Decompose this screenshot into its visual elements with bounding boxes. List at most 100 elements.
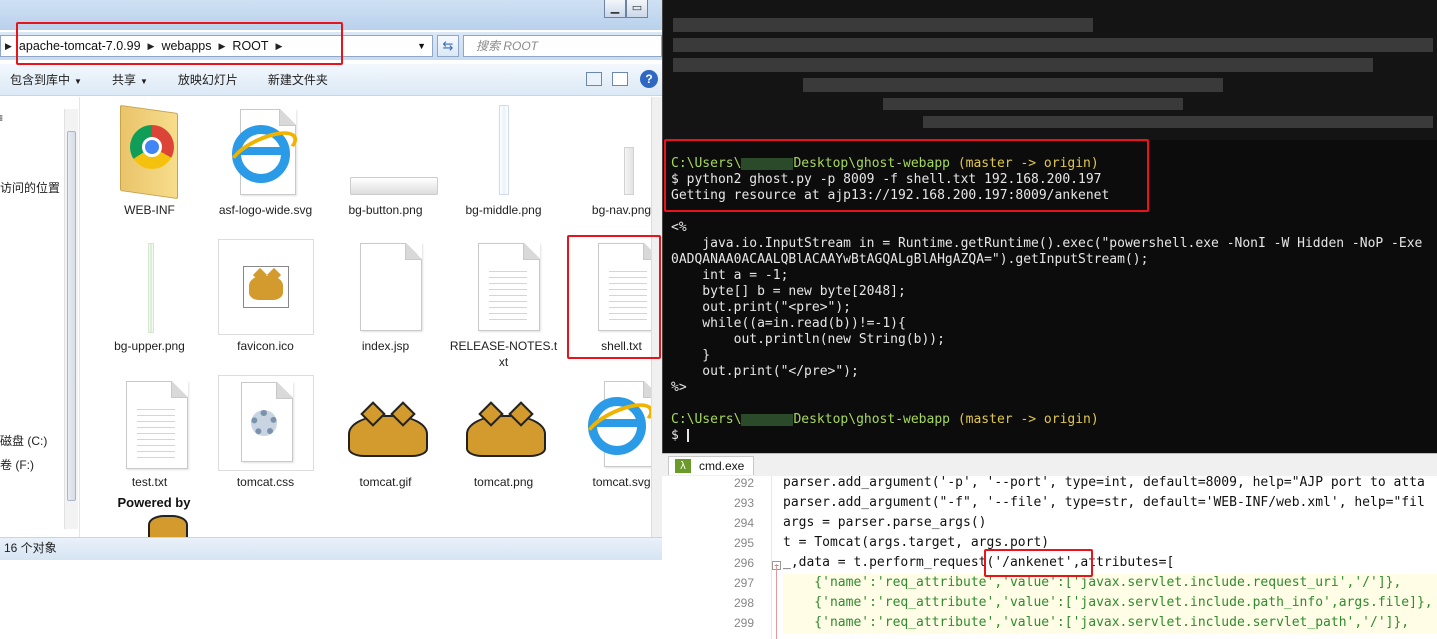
prompt-branch: (master -> origin) [957, 412, 1099, 427]
line-number: 298 [733, 596, 754, 610]
file-name: bg-upper.png [114, 339, 185, 353]
share-button[interactable]: 共享 ▼ [112, 71, 148, 88]
terminal-code-line: } [671, 348, 711, 363]
search-input[interactable]: 搜索 ROOT [463, 35, 662, 57]
image-icon [338, 103, 438, 199]
redacted-username [741, 413, 794, 426]
fold-guide [776, 564, 777, 639]
terminal-window[interactable]: C:\Users\ Desktop\ghost-webapp (master ->… [662, 0, 1437, 476]
terminal-code-line: int a = -1; [671, 268, 789, 283]
terminal-code-line: while((a=in.read(b))!=-1){ [671, 316, 906, 331]
terminal-code-line: %> [671, 380, 687, 395]
terminal-code-line: java.io.InputStream in = Runtime.getRunt… [671, 236, 1423, 251]
image-icon [574, 103, 663, 199]
line-number: 295 [733, 536, 754, 550]
file-item[interactable]: bg-button.png [328, 103, 443, 218]
folder-icon [102, 103, 198, 200]
terminal-code-line: out.print("</pre>"); [671, 364, 859, 379]
line-number: 293 [733, 496, 754, 510]
file-name: asf-logo-wide.svg [218, 203, 313, 217]
text-icon [102, 375, 198, 471]
terminal-code-line: out.print("<pre>"); [671, 300, 852, 315]
chevron-down-icon[interactable]: ▼ [417, 41, 426, 51]
redacted-output [663, 0, 1437, 140]
file-item[interactable]: tomcat.png [446, 375, 561, 490]
code-line: parser.add_argument("-f", '--file', type… [783, 495, 1425, 510]
text-cursor [686, 429, 689, 442]
file-item[interactable]: tomcat.svg [564, 375, 662, 490]
file-name: test.txt [131, 475, 168, 489]
line-number: 296 [733, 556, 754, 570]
file-item[interactable]: WEB-INF [92, 103, 207, 218]
powered-by-text: Powered by [117, 495, 191, 510]
annotation-breadcrumb-highlight [16, 22, 343, 65]
document-icon [338, 239, 434, 335]
image-icon [102, 239, 198, 335]
nav-item-recent-places[interactable]: 访问的位置 [0, 179, 60, 196]
ie-icon [218, 103, 314, 199]
file-item[interactable]: bg-middle.png [446, 103, 561, 218]
terminal-input-line[interactable]: $ [671, 428, 689, 444]
line-number: 299 [733, 616, 754, 630]
prompt-dollar: $ [671, 428, 679, 443]
annotation-shell-file-highlight [567, 235, 661, 359]
nav-item-drive-f[interactable]: 卷 (F:) [0, 456, 34, 473]
file-item[interactable]: asf-logo-wide.svg [208, 103, 323, 218]
nav-item-collapsed[interactable]: ≡ [0, 111, 3, 125]
css-icon [217, 375, 314, 471]
include-in-library-label: 包含到库中 [10, 73, 71, 87]
explorer-toolbar: 包含到库中 ▼ 共享 ▼ 放映幻灯片 新建文件夹 ? [0, 64, 662, 96]
file-explorer-window: ▁ ▭ ▶ apache-tomcat-7.0.99 ▶ webapps ▶ R… [0, 0, 662, 560]
refresh-button[interactable]: ⇆ [437, 35, 459, 57]
code-line: _,data = t.perform_request('/ankenet',at… [783, 555, 1175, 570]
prompt-path: C:\Users\ [671, 412, 742, 427]
line-number-gutter: 292 293 294 295 296 297 298 299 [728, 476, 772, 639]
terminal-code-line: <% [671, 220, 687, 235]
file-item[interactable]: index.jsp [328, 239, 443, 354]
terminal-tab-bar: λ cmd.exe [662, 453, 1437, 476]
nav-item-drive-c[interactable]: 磁盘 (C:) [0, 432, 47, 449]
nav-scrollbar[interactable] [64, 109, 78, 529]
file-name: WEB-INF [124, 203, 175, 217]
new-folder-button[interactable]: 新建文件夹 [268, 71, 328, 88]
status-bar: 16 个对象 [0, 537, 662, 560]
terminal-code-line: 0ADQANAA0ACAALQBlACAAYwBtAGQALgBlAHgAZQA… [671, 252, 1149, 267]
caret-down-icon: ▼ [74, 77, 82, 86]
file-name: bg-button.png [348, 203, 423, 217]
image-icon [456, 103, 552, 199]
terminal-code-line: byte[] b = new byte[2048]; [671, 284, 906, 299]
file-name: tomcat.svg [592, 475, 651, 489]
preview-pane-icon[interactable] [612, 72, 628, 86]
tomcat-icon [338, 375, 434, 471]
include-in-library-button[interactable]: 包含到库中 ▼ [10, 71, 82, 88]
file-item[interactable]: bg-upper.png [92, 239, 207, 354]
minimize-button[interactable]: ▁ [604, 0, 626, 18]
tomcat-icon [456, 375, 552, 471]
chevron-right-icon: ▶ [5, 40, 12, 51]
share-label: 共享 [111, 73, 136, 87]
file-name: tomcat.gif [359, 475, 412, 489]
file-name: tomcat.png [473, 475, 534, 489]
caret-down-icon: ▼ [139, 77, 148, 86]
file-item[interactable]: test.txt [92, 375, 207, 490]
terminal-code-line: out.println(new String(b)); [671, 332, 945, 347]
help-icon[interactable]: ? [640, 70, 658, 88]
file-item[interactable]: Powered by [92, 495, 207, 537]
file-item[interactable]: tomcat.gif [328, 375, 443, 490]
file-item[interactable]: favicon.ico [208, 239, 323, 354]
lambda-icon: λ [675, 459, 691, 473]
tomcat-icon [217, 239, 314, 335]
maximize-button[interactable]: ▭ [626, 0, 648, 18]
file-item[interactable]: RELEASE-NOTES.txt [446, 239, 561, 370]
slideshow-button[interactable]: 放映幻灯片 [178, 71, 238, 88]
scroll-thumb[interactable] [67, 131, 76, 501]
file-item[interactable]: tomcat.css [208, 375, 323, 490]
file-name: tomcat.css [236, 475, 295, 489]
file-name: index.jsp [361, 339, 410, 353]
code-line: {'name':'req_attribute','value':['javax.… [783, 595, 1433, 610]
tab-cmd[interactable]: λ cmd.exe [668, 456, 754, 475]
file-item[interactable]: bg-nav.png [564, 103, 662, 218]
change-view-icon[interactable] [586, 72, 602, 86]
powered-by-icon: Powered by [102, 495, 198, 537]
navigation-pane: ≡ 访问的位置 磁盘 (C:) 卷 (F:) [0, 97, 80, 537]
